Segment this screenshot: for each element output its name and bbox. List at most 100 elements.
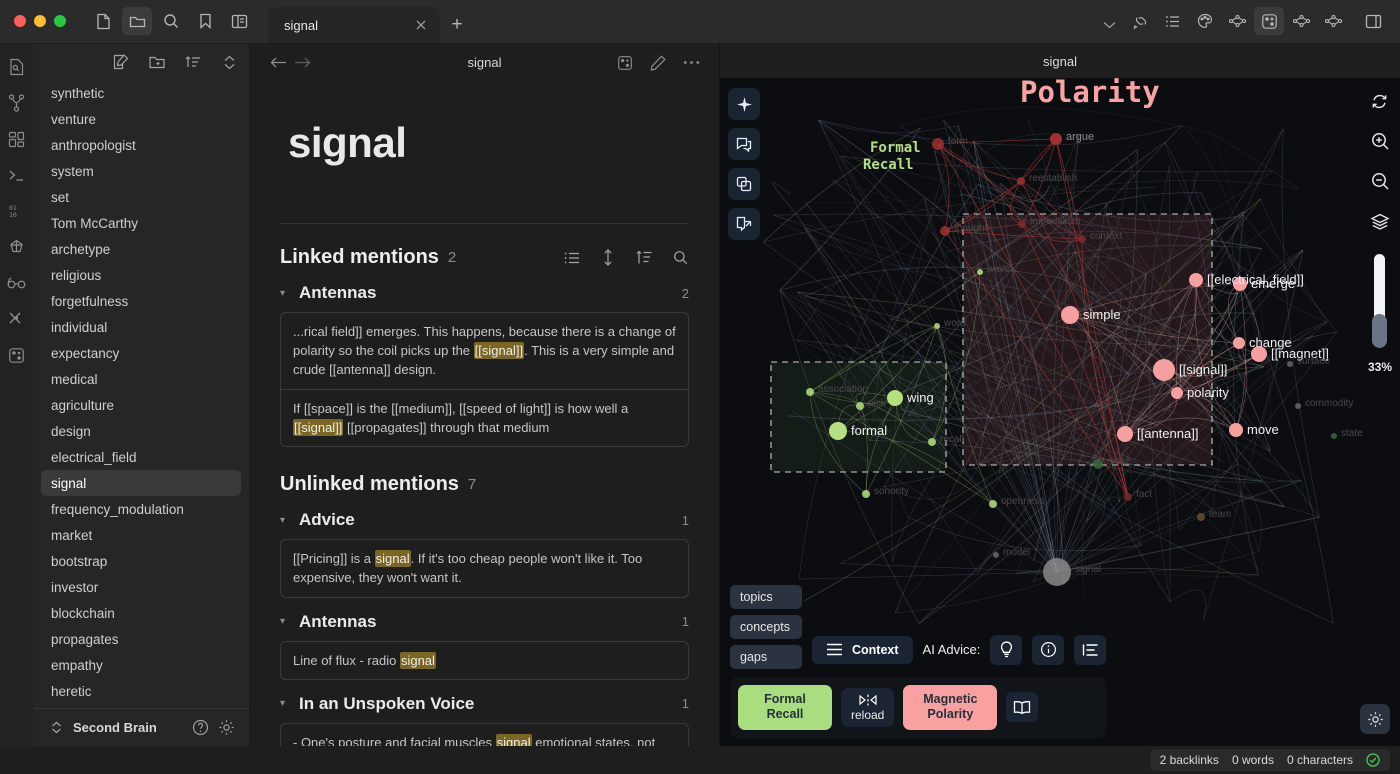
expand-icon[interactable] <box>599 249 617 267</box>
graph-node-label[interactable]: state <box>1341 428 1363 439</box>
vault-switch-icon[interactable] <box>47 719 65 737</box>
info-icon[interactable] <box>1032 634 1065 665</box>
graph-node-label[interactable]: fact <box>1136 489 1152 500</box>
graph-node-label[interactable]: form <box>948 136 968 147</box>
bulb-icon[interactable] <box>990 634 1023 665</box>
sidebar-item-bootstrap[interactable]: bootstrap <box>41 548 241 574</box>
graph-node-label[interactable]: polarity <box>1187 385 1229 400</box>
graph-boxed-icon[interactable] <box>6 344 28 366</box>
graph-node-label[interactable]: commodity <box>1305 398 1353 409</box>
mention-group-header[interactable]: ▾ Antennas 1 <box>280 612 689 632</box>
list-icon[interactable] <box>1158 7 1188 35</box>
sidebar-item-investor[interactable]: investor <box>41 574 241 600</box>
branch-icon[interactable] <box>6 92 28 114</box>
bookmark-icon[interactable] <box>190 7 220 35</box>
more-icon[interactable] <box>679 51 703 75</box>
sidebar-item-anthropologist[interactable]: anthropologist <box>41 132 241 158</box>
back-arrow-icon[interactable] <box>266 51 290 75</box>
graph-node-label[interactable]: word <box>944 318 966 329</box>
graph-node-label[interactable]: make <box>1107 456 1131 467</box>
graph-node-label[interactable]: emerge <box>1251 276 1295 291</box>
graph-node-label[interactable]: signal <box>1075 564 1101 575</box>
graph-node-label[interactable]: pick <box>868 398 886 409</box>
close-icon[interactable] <box>412 16 430 34</box>
maximize-window-button[interactable] <box>54 15 66 27</box>
gear-icon[interactable] <box>217 719 235 737</box>
graph-node-label[interactable]: formal <box>851 423 887 438</box>
graph-node-label[interactable]: wing <box>907 390 934 405</box>
sidebar-item-synthetic[interactable]: synthetic <box>41 80 241 106</box>
collapse-icon[interactable] <box>219 52 239 72</box>
sidebar-item-set[interactable]: set <box>41 184 241 210</box>
graph-boxed-icon[interactable] <box>613 51 637 75</box>
sidebar-item-archetype[interactable]: archetype <box>41 236 241 262</box>
zoom-in-icon[interactable] <box>1369 130 1391 152</box>
graph-node-label[interactable]: context <box>1090 231 1122 242</box>
mention-card[interactable]: [[Pricing]] is a signal. If it's too che… <box>281 540 688 596</box>
zoom-out-icon[interactable] <box>1369 170 1391 192</box>
tag-button-gaps[interactable]: gaps <box>730 644 802 669</box>
graph-settings-button[interactable] <box>1360 704 1390 734</box>
grid-icon[interactable] <box>6 128 28 150</box>
graph-node-label[interactable]: model <box>1003 547 1030 558</box>
sidebar-item-tom-mccarthy[interactable]: Tom McCarthy <box>41 210 241 236</box>
layers-icon[interactable] <box>1369 210 1391 232</box>
sidebar-item-agriculture[interactable]: agriculture <box>41 392 241 418</box>
new-folder-icon[interactable] <box>147 52 167 72</box>
mention-group-header[interactable]: ▾ Antennas 2 <box>280 283 689 303</box>
graph-node-label[interactable]: move <box>1247 422 1279 437</box>
graph-icon-3[interactable] <box>1318 7 1348 35</box>
terminal-icon[interactable] <box>6 164 28 186</box>
sidebar-item-empathy[interactable]: empathy <box>41 652 241 678</box>
note-content[interactable]: signal Linked mentions 2 ▾ Antennas 2 ..… <box>250 81 719 746</box>
tab-signal[interactable]: signal <box>268 7 440 43</box>
chevron-down-icon[interactable]: ▾ <box>280 515 290 526</box>
glasses-icon[interactable] <box>6 272 28 294</box>
graph-node-label[interactable]: argue <box>1066 131 1094 143</box>
copy-icon[interactable] <box>728 168 760 200</box>
sidebar-item-system[interactable]: system <box>41 158 241 184</box>
sidebar-item-forgetfulness[interactable]: forgetfulness <box>41 288 241 314</box>
sidebar-item-design[interactable]: design <box>41 418 241 444</box>
sparkle-icon[interactable] <box>728 88 760 120</box>
panel-right-icon[interactable] <box>1358 7 1388 35</box>
reload-button[interactable]: reload <box>841 687 895 727</box>
graph-node-label[interactable]: imperialism <box>1030 216 1081 227</box>
sort-icon[interactable] <box>183 52 203 72</box>
graph-canvas[interactable]: form argue reestablish thought imperialism co… <box>720 78 1400 746</box>
tools-icon[interactable] <box>6 308 28 330</box>
panel-icon[interactable] <box>224 7 254 35</box>
sidebar-item-signal[interactable]: signal <box>41 470 241 496</box>
backlink-icon[interactable] <box>1126 7 1156 35</box>
graph-node-label[interactable]: team <box>1209 509 1231 520</box>
close-window-button[interactable] <box>14 15 26 27</box>
sidebar-item-religious[interactable]: religious <box>41 262 241 288</box>
sidebar-item-frequency-modulation[interactable]: frequency_modulation <box>41 496 241 522</box>
file-icon[interactable] <box>88 7 118 35</box>
mention-group-header[interactable]: ▾ Advice 1 <box>280 510 689 530</box>
graph-node-label[interactable]: [[signal]] <box>1179 362 1227 377</box>
book-icon[interactable] <box>1006 692 1039 723</box>
new-tab-button[interactable]: + <box>440 7 474 43</box>
graph-node-label[interactable]: openness <box>1001 496 1044 507</box>
crystal-icon[interactable] <box>6 236 28 258</box>
sidebar-item-market[interactable]: market <box>41 522 241 548</box>
graph-node-label[interactable]: reestablish <box>1029 173 1077 184</box>
graph-icon-2[interactable] <box>1286 7 1316 35</box>
pencil-icon[interactable] <box>646 51 670 75</box>
graph-node-label[interactable]: recall <box>940 434 964 445</box>
sidebar-item-individual[interactable]: individual <box>41 314 241 340</box>
palette-icon[interactable] <box>1190 7 1220 35</box>
mention-card[interactable]: - One's posture and facial muscles signa… <box>281 724 688 746</box>
graph-icon[interactable] <box>1222 7 1252 35</box>
doc-search-icon[interactable] <box>6 56 28 78</box>
chat-icon[interactable] <box>728 128 760 160</box>
graph-node-label[interactable]: wave <box>987 264 1010 275</box>
folder-icon[interactable] <box>122 7 152 35</box>
zoom-slider[interactable] <box>1372 254 1388 348</box>
search-icon[interactable] <box>671 249 689 267</box>
file-list[interactable]: synthetic venture anthropologist system set T… <box>33 80 249 708</box>
help-icon[interactable] <box>191 719 209 737</box>
sidebar-item-electrical-field[interactable]: electrical_field <box>41 444 241 470</box>
cluster-pill-formal-recall[interactable]: Formal Recall <box>738 684 832 730</box>
